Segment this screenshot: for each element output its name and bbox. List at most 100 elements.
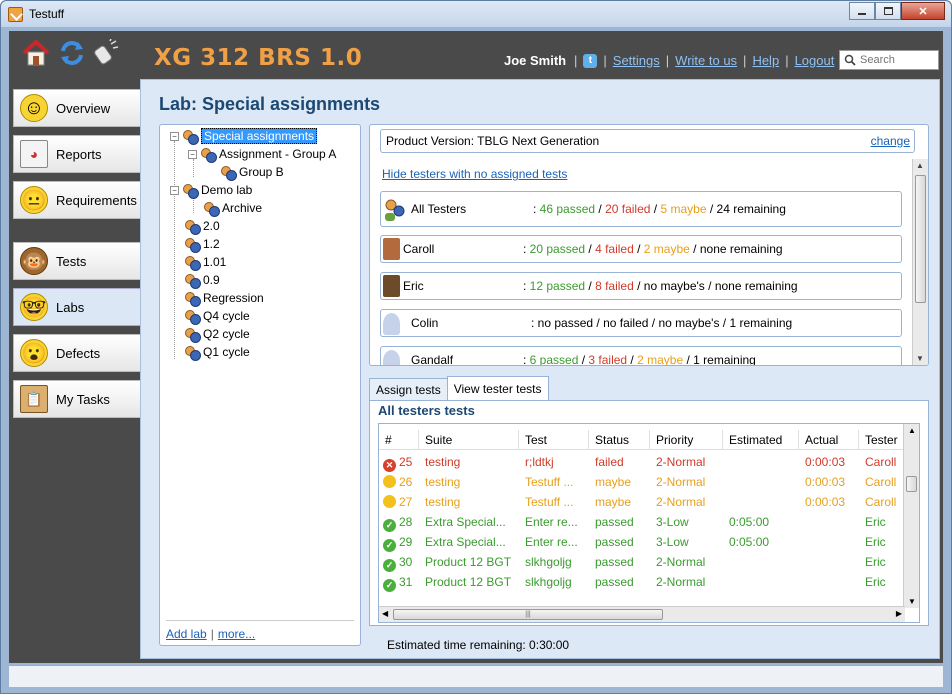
table-cell-estimated — [723, 572, 799, 592]
scroll-right-icon[interactable]: ▶ — [896, 609, 902, 618]
table-row[interactable]: 27 testing Testuff ... maybe 2-Normal 0:00:03… — [379, 492, 905, 512]
search-input[interactable] — [860, 54, 932, 66]
maximize-button[interactable] — [875, 2, 901, 20]
passed-status-icon: ✓ — [383, 539, 396, 552]
table-vscrollbar[interactable]: ▲ ▼ — [903, 424, 919, 608]
nav-item-label: Labs — [56, 299, 85, 315]
column-header[interactable]: Estimated — [723, 430, 799, 450]
table-row[interactable]: ✕ 25 testing r;ldtkj failed 2-Normal 0:00:03 Ca… — [379, 452, 905, 472]
collapse-icon[interactable]: − — [188, 149, 197, 159]
table-row[interactable]: ✓ 30 Product 12 BGT slkhgoljg passed 2-Normal… — [379, 552, 905, 572]
tree-item[interactable]: Q1 cycle — [184, 343, 250, 361]
tester-stats: : no passed / no failed / no maybe's / 1… — [531, 316, 793, 330]
table-cell-num: ✓ 31 — [379, 572, 419, 592]
tester-row-all[interactable]: All Testers : 46 passed / 20 failed / 5 … — [380, 191, 902, 227]
nav-item-requirements[interactable]: 😐 Requirements — [13, 181, 141, 219]
scroll-thumb[interactable]: ||| — [393, 609, 663, 620]
scroll-thumb[interactable] — [915, 175, 926, 303]
add-lab-link[interactable]: Add lab — [166, 627, 207, 641]
tree-item[interactable]: 0.9 — [184, 271, 220, 289]
table-cell-tester: Caroll — [865, 495, 897, 509]
column-header[interactable]: # — [379, 430, 419, 450]
column-header[interactable]: Status — [589, 430, 650, 450]
hide-testers-link[interactable]: Hide testers with no assigned tests — [382, 167, 567, 181]
column-header[interactable]: Tester — [859, 430, 905, 450]
scroll-left-icon[interactable]: ◀ — [382, 609, 388, 618]
lab-icon — [220, 165, 237, 181]
scroll-thumb[interactable] — [906, 476, 917, 492]
nav-item-defects[interactable]: 😮 Defects — [13, 334, 141, 372]
table-cell-suite: Extra Special... — [425, 535, 506, 549]
table-cell-actual — [799, 552, 859, 572]
avatar — [383, 238, 400, 260]
table-row[interactable]: ✓ 29 Extra Special... Enter re... passed 3-Lo… — [379, 532, 905, 552]
tree-item[interactable]: Q4 cycle — [184, 307, 250, 325]
refresh-icon[interactable] — [55, 37, 89, 69]
table-row[interactable]: ✓ 28 Extra Special... Enter re... passed 3-Lo… — [379, 512, 905, 532]
column-header[interactable]: Actual — [799, 430, 859, 450]
settings-link[interactable]: Settings — [613, 53, 660, 68]
scroll-down-icon[interactable]: ▼ — [916, 354, 924, 363]
tab-assign-tests[interactable]: Assign tests — [369, 378, 448, 400]
tree-line — [174, 141, 175, 359]
table-cell-num: ✓ 29 — [379, 532, 419, 552]
twitter-icon[interactable]: t — [583, 53, 598, 68]
table-cell-suite: testing — [425, 475, 461, 489]
tree-item-label: Special assignments — [201, 128, 318, 144]
tree-item[interactable]: 1.01 — [184, 253, 226, 271]
tester-name: All Testers — [411, 202, 467, 216]
tree-item[interactable]: Regression — [184, 289, 264, 307]
maybe-count: 2 maybe — [643, 242, 690, 256]
home-icon[interactable] — [19, 37, 53, 69]
column-header[interactable]: Suite — [419, 430, 519, 450]
tester-row-gandalf[interactable]: Gandalf : 6 passed / 3 failed / 2 maybe … — [380, 346, 902, 365]
table-row[interactable]: 26 testing Testuff ... maybe 2-Normal 0:00:03… — [379, 472, 905, 492]
tree-item[interactable]: Group B — [220, 163, 284, 181]
tree-item-label: Group B — [239, 165, 284, 179]
tree-item-label: 1.2 — [203, 237, 220, 251]
write-to-us-link[interactable]: Write to us — [675, 53, 737, 68]
tree-item[interactable]: − Assignment - Group A — [188, 145, 336, 163]
table-hscrollbar[interactable]: ◀ ||| ▶ — [379, 606, 905, 622]
table-cell-actual: 0:00:03 — [805, 455, 846, 469]
tree-item[interactable]: 1.2 — [184, 235, 220, 253]
close-button[interactable]: ✕ — [901, 2, 945, 20]
tree-item-label: 1.01 — [203, 255, 227, 269]
tree-item[interactable]: − Special assignments — [170, 127, 318, 145]
logout-link[interactable]: Logout — [795, 53, 835, 68]
separator: | — [574, 53, 578, 68]
tree-item[interactable]: 2.0 — [184, 217, 220, 235]
scroll-up-icon[interactable]: ▲ — [908, 426, 916, 435]
table-row[interactable]: ✓ 31 Product 12 BGT slkhgoljg passed 2-Normal… — [379, 572, 905, 592]
whistle-icon[interactable] — [89, 37, 123, 69]
test-number: 29 — [399, 535, 413, 549]
minimize-button[interactable] — [849, 2, 875, 20]
close-icon: ✕ — [918, 5, 928, 18]
scroll-up-icon[interactable]: ▲ — [916, 161, 924, 170]
testers-scrollbar[interactable]: ▲ ▼ — [912, 159, 928, 365]
nav-item-my-tasks[interactable]: 📋 My Tasks — [13, 380, 141, 418]
tab-view-tester-tests[interactable]: View tester tests — [446, 376, 549, 400]
tester-row-eric[interactable]: Eric : 12 passed / 8 failed / no maybe's… — [380, 272, 902, 300]
column-header[interactable]: Test — [519, 430, 589, 450]
table-header: # Suite Test Status Priority Estimated A… — [379, 430, 905, 450]
change-version-link[interactable]: change — [871, 134, 910, 148]
passed-count: no passed — [537, 316, 594, 330]
scroll-down-icon[interactable]: ▼ — [908, 597, 916, 606]
nav-item-labs[interactable]: 🤓 Labs — [13, 288, 141, 326]
collapse-icon[interactable]: − — [170, 131, 179, 141]
nav-item-reports[interactable]: ◕ Reports — [13, 135, 141, 173]
tree-item[interactable]: Q2 cycle — [184, 325, 250, 343]
collapse-icon[interactable]: − — [170, 185, 179, 195]
nav-item-tests[interactable]: 🐵 Tests — [13, 242, 141, 280]
help-link[interactable]: Help — [752, 53, 779, 68]
tester-row-caroll[interactable]: Caroll : 20 passed / 4 failed / 2 maybe … — [380, 235, 902, 263]
more-link[interactable]: more... — [218, 627, 255, 641]
lab-icon — [184, 255, 201, 271]
nav-item-overview[interactable]: ☺ Overview — [13, 89, 141, 127]
tester-row-colin[interactable]: Colin : no passed / no failed / no maybe… — [380, 309, 902, 337]
tree-item[interactable]: Archive — [203, 199, 262, 217]
tree-item[interactable]: − Demo lab — [170, 181, 252, 199]
column-header[interactable]: Priority — [650, 430, 723, 450]
lab-icon — [184, 219, 201, 235]
